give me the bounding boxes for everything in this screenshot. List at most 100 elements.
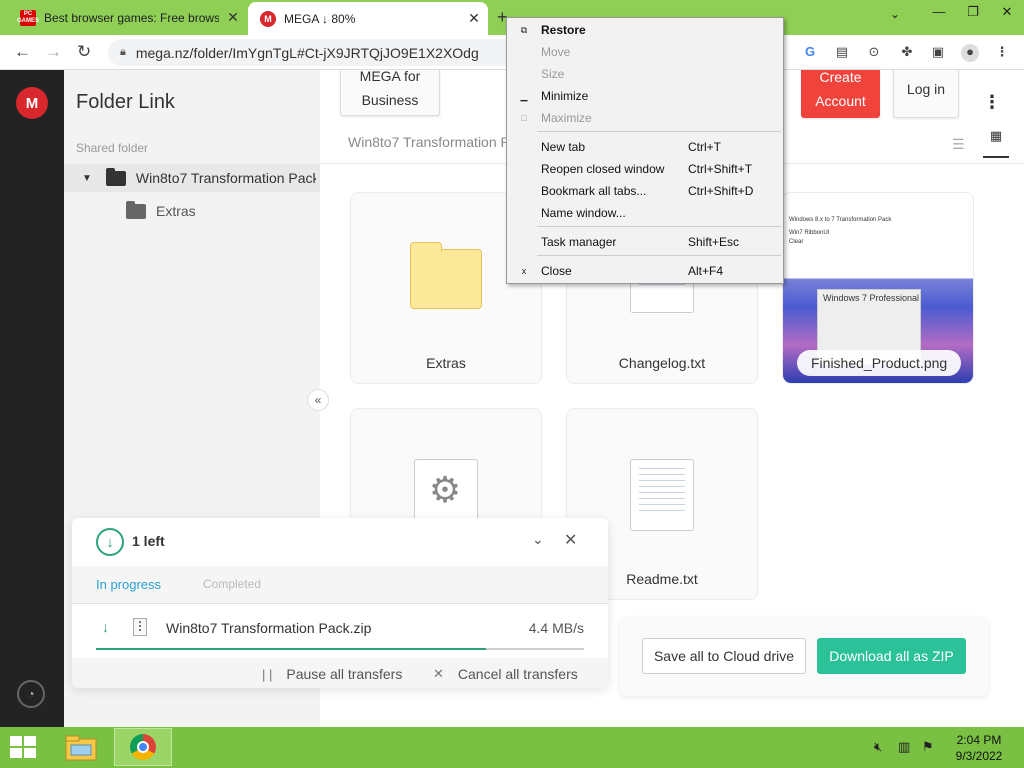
transfers-tabs: In progress Completed <box>72 566 608 604</box>
tab-title: MEGA ↓ 80% <box>284 11 356 26</box>
reload-icon[interactable]: ↻ <box>77 42 91 62</box>
thumbnail-caption: Windows 7 Professional <box>823 293 920 303</box>
glasses-extension-icon[interactable]: ⊙ <box>865 44 883 62</box>
tab-completed[interactable]: Completed <box>203 577 261 591</box>
folder-icon <box>126 200 146 219</box>
network-icon[interactable]: ▥ <box>898 739 910 755</box>
close-window-icon[interactable]: ✕ <box>990 0 1024 28</box>
grid-view-icon[interactable]: ▦ <box>983 128 1009 158</box>
zip-file-icon <box>133 618 147 636</box>
back-icon[interactable]: ← <box>14 42 31 62</box>
minimize-icon: ▁ <box>520 90 528 101</box>
menu-separator <box>537 131 781 132</box>
folder-icon <box>105 167 126 186</box>
breadcrumb[interactable]: Win8to7 Transformation Pack <box>348 134 532 150</box>
maximize-icon: □ <box>521 113 527 123</box>
file-name: Finished_Product.png <box>797 350 962 376</box>
menu-item-move: Move <box>507 41 783 63</box>
tab-title: Best browser games: Free browse <box>44 10 219 25</box>
caret-down-icon[interactable]: ▼ <box>82 173 92 184</box>
menu-item-label: Close <box>541 264 572 278</box>
menu-item-bookmark-all-tabs[interactable]: Bookmark all tabs... Ctrl+Shift+D <box>507 180 783 202</box>
folder-link-title: Folder Link <box>76 91 175 113</box>
pause-icon: | | <box>262 666 273 682</box>
menu-item-size: Size <box>507 63 783 85</box>
window-controls: — ❐ ✕ <box>922 0 1024 28</box>
gear-icon: ⚙ <box>428 469 462 510</box>
menu-item-label: Bookmark all tabs... <box>541 184 647 198</box>
menu-item-label: Name window... <box>541 206 626 220</box>
tab-close-icon[interactable]: ✕ <box>219 9 247 26</box>
chrome-menu-icon[interactable]: ⋮ <box>993 44 1011 62</box>
side-panel-icon[interactable]: ▣ <box>929 44 947 62</box>
printer-extension-icon[interactable]: ▤ <box>833 44 851 62</box>
menu-item-minimize[interactable]: ▁ Minimize <box>507 85 783 107</box>
transfers-count: 1 left <box>132 533 165 549</box>
menu-item-name-window[interactable]: Name window... <box>507 202 783 224</box>
chevron-down-icon[interactable]: ⌄ <box>532 531 544 548</box>
transfer-row[interactable]: ↓ Win8to7 Transformation Pack.zip 4.4 MB… <box>72 604 608 658</box>
menu-item-shortcut: Ctrl+Shift+D <box>688 184 754 198</box>
restore-window-icon[interactable]: ❐ <box>956 0 990 28</box>
menu-item-shortcut: Alt+F4 <box>688 264 724 278</box>
chrome-taskbar-button[interactable] <box>114 728 172 766</box>
pause-all-button[interactable]: | | Pause all transfers <box>262 666 402 682</box>
lock-icon: 🔒︎ <box>120 46 126 58</box>
system-clock[interactable]: 2:04 PM 9/3/2022 <box>944 732 1014 764</box>
file-explorer-icon[interactable] <box>63 731 99 764</box>
button-label: MEGA for Business <box>359 70 421 108</box>
transfer-status-icon[interactable]: ◔ <box>17 680 45 708</box>
profile-avatar[interactable]: ● <box>961 44 979 62</box>
menu-item-label: Reopen closed window <box>541 162 665 176</box>
transfers-actions: | | Pause all transfers ✕ Cancel all tra… <box>72 658 608 688</box>
login-button[interactable]: Log in <box>893 70 959 118</box>
transfer-progress-bar <box>96 648 584 650</box>
tab-close-icon[interactable]: ✕ <box>460 10 488 27</box>
mega-business-button[interactable]: MEGA for Business <box>340 70 440 116</box>
tree-item-root[interactable]: ▼ Win8to7 Transformation Pack <box>64 164 320 192</box>
google-extension-icon[interactable]: G <box>801 44 819 62</box>
tree-item-label: Extras <box>156 203 196 219</box>
action-center-icon[interactable]: ⚑ <box>922 739 934 755</box>
settings-file-icon: ⚙ <box>414 459 478 523</box>
menu-item-reopen-closed-window[interactable]: Reopen closed window Ctrl+Shift+T <box>507 158 783 180</box>
menu-item-label: Size <box>541 67 565 81</box>
clock-time: 2:04 PM <box>956 733 1002 747</box>
menu-item-maximize: □ Maximize <box>507 107 783 129</box>
menu-item-restore[interactable]: ⧉ Restore <box>507 19 783 41</box>
start-button[interactable] <box>10 736 38 760</box>
transfer-file-name: Win8to7 Transformation Pack.zip <box>166 620 372 636</box>
tab-mega[interactable]: M MEGA ↓ 80% ✕ <box>248 2 488 35</box>
menu-item-task-manager[interactable]: Task manager Shift+Esc <box>507 231 783 253</box>
tab-in-progress[interactable]: In progress <box>96 577 161 592</box>
menu-item-label: Move <box>541 45 571 59</box>
menu-item-label: New tab <box>541 140 586 154</box>
download-zip-button[interactable]: Download all as ZIP <box>817 638 966 674</box>
cancel-all-button[interactable]: ✕ Cancel all transfers <box>433 666 578 682</box>
close-icon: x <box>521 266 527 276</box>
menu-item-new-tab[interactable]: New tab Ctrl+T <box>507 136 783 158</box>
tab-search-icon[interactable]: ⌄ <box>890 7 900 21</box>
menu-separator <box>537 226 781 227</box>
pcgames-icon: PC GAMES <box>17 9 40 26</box>
volume-muted-icon[interactable]: 🔇︎ <box>874 739 882 755</box>
text-file-icon <box>630 459 694 531</box>
more-options-icon[interactable]: ⋮ <box>983 92 1001 113</box>
file-card-finished-product[interactable]: Windows 8.x to 7 Transformation Pack Win… <box>782 192 974 384</box>
windows-taskbar: 🔇︎ ▥ ⚑ 2:04 PM 9/3/2022 <box>0 727 1024 768</box>
close-icon[interactable]: ✕ <box>564 530 577 550</box>
tab-pcgames[interactable]: PC GAMES Best browser games: Free browse… <box>0 0 247 35</box>
tree-item-extras[interactable]: Extras <box>126 198 196 224</box>
collapse-sidebar-icon[interactable]: « <box>307 389 329 411</box>
extensions-icon[interactable]: ✤ <box>898 44 916 62</box>
shared-folder-label: Shared folder <box>76 141 149 155</box>
mega-logo[interactable]: M <box>16 87 48 119</box>
button-label: Log in <box>906 81 946 97</box>
folder-icon <box>410 242 482 309</box>
forward-icon[interactable]: → <box>45 42 62 62</box>
minimize-window-icon[interactable]: — <box>922 0 956 28</box>
create-account-button[interactable]: Create Account <box>801 70 880 118</box>
save-to-cloud-button[interactable]: Save all to Cloud drive <box>642 638 806 674</box>
list-view-icon[interactable]: ☰ <box>952 136 965 153</box>
menu-item-close[interactable]: x Close Alt+F4 <box>507 260 783 282</box>
